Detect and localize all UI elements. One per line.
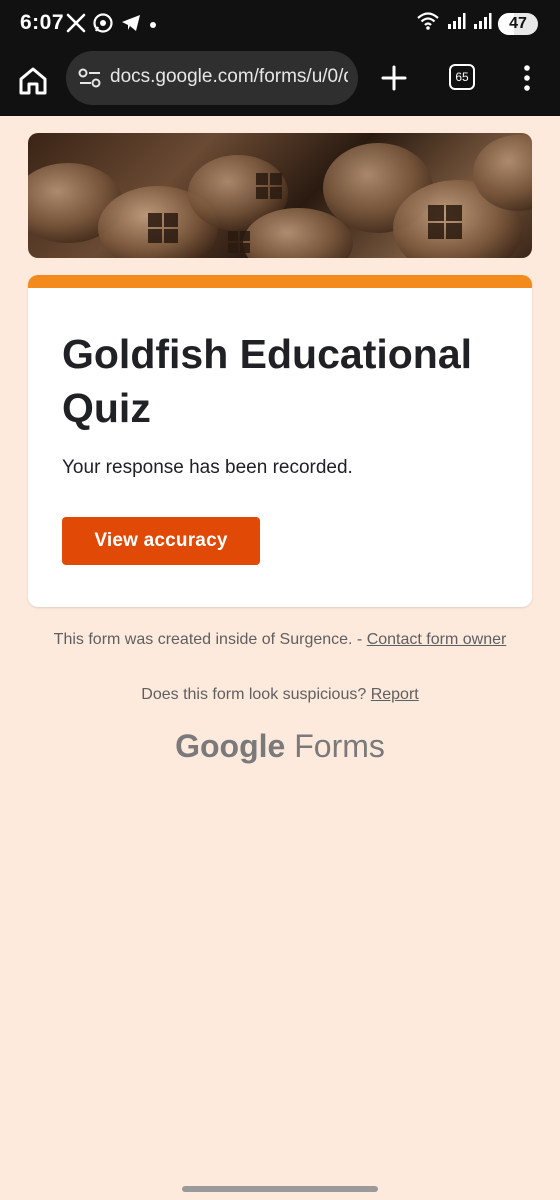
site-settings-icon[interactable] [78, 67, 102, 94]
status-time: 6:07 [20, 11, 65, 34]
browser-toolbar: docs.google.com/forms/u/0/d 65 [0, 48, 560, 116]
suspicious-notice: Does this form look suspicious? Report [40, 684, 520, 705]
suspicious-text: Does this form look suspicious? [141, 686, 371, 703]
signal-icon [446, 11, 466, 36]
form-header-image [28, 133, 532, 258]
form-created-notice: This form was created inside of Surgence… [40, 629, 520, 650]
new-tab-button[interactable] [380, 64, 408, 92]
status-bar: 6:07 47 [0, 0, 560, 48]
more-menu-button[interactable] [520, 63, 534, 93]
home-icon [19, 67, 47, 95]
whatsapp-icon [92, 12, 114, 39]
logo-forms-text: Forms [294, 728, 385, 764]
x-icon [66, 13, 86, 38]
form-title: Goldfish Educational Quiz [62, 331, 473, 431]
signal-icon [472, 11, 492, 36]
created-text: This form was created inside of Surgence… [53, 631, 367, 648]
gesture-home-bar[interactable] [182, 1186, 378, 1192]
dot-icon [148, 17, 158, 35]
plus-icon [381, 65, 407, 91]
coins-image [28, 135, 532, 258]
card-accent-bar [28, 275, 532, 288]
contact-owner-link[interactable]: Contact form owner [367, 631, 507, 648]
wifi-icon [416, 11, 440, 36]
more-vert-icon [524, 65, 530, 91]
telegram-icon [120, 13, 142, 38]
logo-google-text: Google [175, 728, 286, 764]
notification-icons [66, 12, 158, 39]
url-text[interactable]: docs.google.com/forms/u/0/d [110, 66, 348, 88]
battery-level: 47 [509, 14, 527, 32]
confirmation-message: Your response has been recorded. [62, 457, 353, 478]
url-bar[interactable]: docs.google.com/forms/u/0/d [66, 51, 358, 105]
system-icons: 47 [416, 11, 538, 36]
tab-switcher-button[interactable]: 65 [449, 64, 475, 90]
report-link[interactable]: Report [371, 686, 419, 703]
battery-charging-icon: 47 [498, 12, 538, 35]
confirmation-card: Goldfish Educational Quiz Your response … [28, 275, 532, 607]
view-accuracy-button[interactable]: View accuracy [62, 517, 260, 565]
home-button[interactable] [16, 64, 50, 98]
google-forms-logo[interactable]: Google Forms [0, 728, 560, 765]
